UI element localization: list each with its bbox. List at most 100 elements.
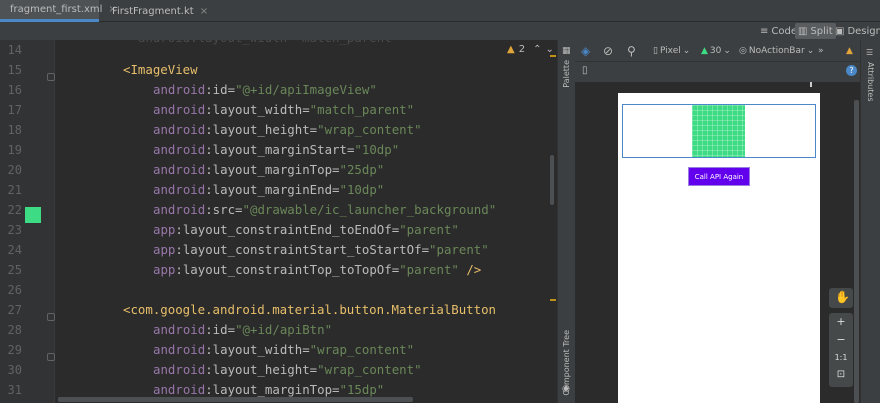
pan-button[interactable]: ✋ — [829, 288, 853, 308]
orientation-icon[interactable]: ▯ — [582, 65, 588, 76]
horizontal-scrollbar-track — [55, 397, 555, 402]
more-actions-button[interactable]: » — [818, 40, 824, 62]
canvas-vertical-scrollbar[interactable] — [854, 100, 859, 403]
split-mode-button[interactable]: ▥ Split — [795, 23, 836, 39]
code-token: android — [153, 122, 206, 137]
design-toolbar: ◈ ⊘ ⚲ ▯ Pixel ⌄ ▲ 30 ⌄ ◎ NoActionBar ⌄ »… — [575, 40, 860, 62]
code-editor[interactable]: android:layout_width="match_parent" <Ima… — [55, 40, 557, 403]
warning-marker[interactable] — [550, 299, 556, 301]
theme-selector[interactable]: ◎ NoActionBar ⌄ — [739, 40, 814, 62]
code-token: :layout_height= — [205, 122, 318, 137]
code-line: app:layout_constraintEnd_toEndOf="parent… — [153, 220, 459, 240]
tab-label: fragment_first.xml — [10, 4, 103, 15]
code-token: "match_parent" — [309, 102, 415, 117]
design-mode-button[interactable]: ▣ Design — [832, 23, 880, 39]
zoom-out-button[interactable]: − — [831, 333, 851, 346]
code-token: /> — [458, 262, 482, 277]
warning-icon[interactable]: ▲ — [846, 40, 853, 62]
code-token: android — [153, 202, 206, 217]
line-number: 27 — [7, 303, 22, 317]
chevron-down-icon: ⌄ — [682, 46, 691, 56]
magnifier-icon[interactable]: ⚲ — [627, 40, 636, 62]
hand-icon: ✋ — [835, 290, 850, 304]
code-token: android — [153, 362, 206, 377]
zoom-in-button[interactable]: + — [831, 315, 851, 328]
code-token: "wrap_content" — [317, 362, 422, 377]
chevron-down-icon: ⌄ — [723, 46, 731, 56]
code-token: android — [153, 342, 206, 357]
blueprint-off-icon[interactable]: ⊘ — [603, 40, 613, 62]
palette-icon: ▦ — [562, 46, 571, 56]
zoom-actual-size-button[interactable]: 1:1 — [831, 353, 851, 362]
device-selector[interactable]: ▯ Pixel ⌄ — [653, 40, 690, 62]
resize-handle[interactable] — [810, 82, 812, 87]
code-line: android:layout_marginEnd="10dp" — [153, 180, 384, 200]
close-icon[interactable]: × — [200, 6, 208, 17]
horizontal-scrollbar[interactable] — [58, 397, 413, 402]
code-token: "25dp" — [339, 162, 385, 177]
split-icon: ▥ — [798, 25, 808, 37]
chevron-down-icon: ⌄ — [806, 46, 815, 56]
code-line: android:id="@+id/apiBtn" — [153, 320, 332, 340]
line-number: 19 — [7, 143, 22, 157]
theme-label: NoActionBar — [748, 46, 805, 56]
attributes-icon: ☰ — [866, 48, 874, 57]
fold-icon[interactable] — [47, 313, 55, 321]
line-number: 21 — [7, 183, 22, 197]
code-token: :layout_width= — [205, 102, 310, 117]
code-mode-button[interactable]: ≡ Code — [757, 23, 800, 39]
warning-marker[interactable] — [550, 55, 556, 57]
code-line: android:layout_marginStart="10dp" — [153, 140, 399, 160]
view-mode-bar: ≡ Code ▥ Split ▣ Design — [0, 22, 880, 40]
vertical-scrollbar[interactable] — [550, 155, 554, 205]
code-token: "parent" — [429, 242, 489, 257]
code-token: app — [153, 262, 176, 277]
code-line: <com.google.android.material.button.Mate… — [123, 300, 496, 320]
line-number: 22 — [7, 203, 22, 217]
line-number: 31 — [7, 383, 22, 397]
inspection-widget[interactable]: ▲ 2 ⌃ ⌄ — [507, 44, 554, 55]
launcher-background-image[interactable] — [692, 105, 745, 157]
design-mode-label: Design — [847, 25, 880, 37]
line-number: 29 — [7, 343, 22, 357]
code-token: "10dp" — [339, 182, 385, 197]
code-token: :id= — [205, 82, 236, 97]
chevron-up-icon[interactable]: ⌃ — [533, 44, 541, 55]
code-token: "@drawable/ic_launcher_background" — [242, 202, 497, 217]
code-line: android:src="@drawable/ic_launcher_backg… — [153, 200, 496, 220]
drawable-preview-icon[interactable] — [25, 207, 41, 223]
attributes-tab[interactable]: Attributes — [866, 62, 875, 102]
code-mode-label: Code — [771, 25, 797, 37]
api-level-label: 30 — [709, 46, 722, 56]
code-line: app:layout_constraintStart_toStartOf="pa… — [153, 240, 489, 260]
fold-icon[interactable] — [47, 73, 55, 81]
layers-icon[interactable]: ◈ — [581, 40, 590, 62]
line-number: 17 — [7, 103, 22, 117]
line-number: 28 — [7, 323, 22, 337]
phone-icon: ▯ — [653, 46, 658, 56]
api-level-selector[interactable]: ▲ 30 ⌄ — [701, 40, 731, 62]
code-token: android — [153, 142, 206, 157]
line-number: 20 — [7, 163, 22, 177]
tab-first-fragment-kt[interactable]: FirstFragment.kt × — [102, 0, 208, 22]
palette-tab[interactable]: Palette — [562, 60, 571, 88]
help-icon[interactable]: ? — [846, 65, 857, 76]
chevron-down-icon[interactable]: ⌄ — [545, 44, 553, 55]
code-token: :layout_constraintTop_toTopOf= — [175, 262, 400, 277]
code-token: android — [153, 162, 206, 177]
tab-fragment-first-xml[interactable]: fragment_first.xml × — [0, 0, 117, 22]
faded-prev-line: android:layout_width="match_parent" — [123, 40, 399, 48]
code-token: :layout_marginTop= — [205, 382, 340, 397]
code-line: android:layout_width="wrap_content" — [153, 340, 414, 360]
call-api-button-preview[interactable]: Call API Again — [688, 167, 750, 186]
code-token: "@+id/apiBtn" — [235, 322, 333, 337]
android-icon: ▲ — [701, 46, 708, 56]
code-token: app — [153, 222, 176, 237]
zoom-to-fit-button[interactable]: ⊡ — [831, 369, 851, 380]
code-line: android:layout_height="wrap_content" — [153, 120, 422, 140]
line-number: 14 — [7, 43, 22, 57]
fold-icon[interactable] — [47, 353, 55, 361]
code-line: <ImageView — [123, 60, 198, 80]
code-token: "parent" — [399, 262, 459, 277]
attributes-strip: ☰ Attributes — [860, 40, 880, 403]
